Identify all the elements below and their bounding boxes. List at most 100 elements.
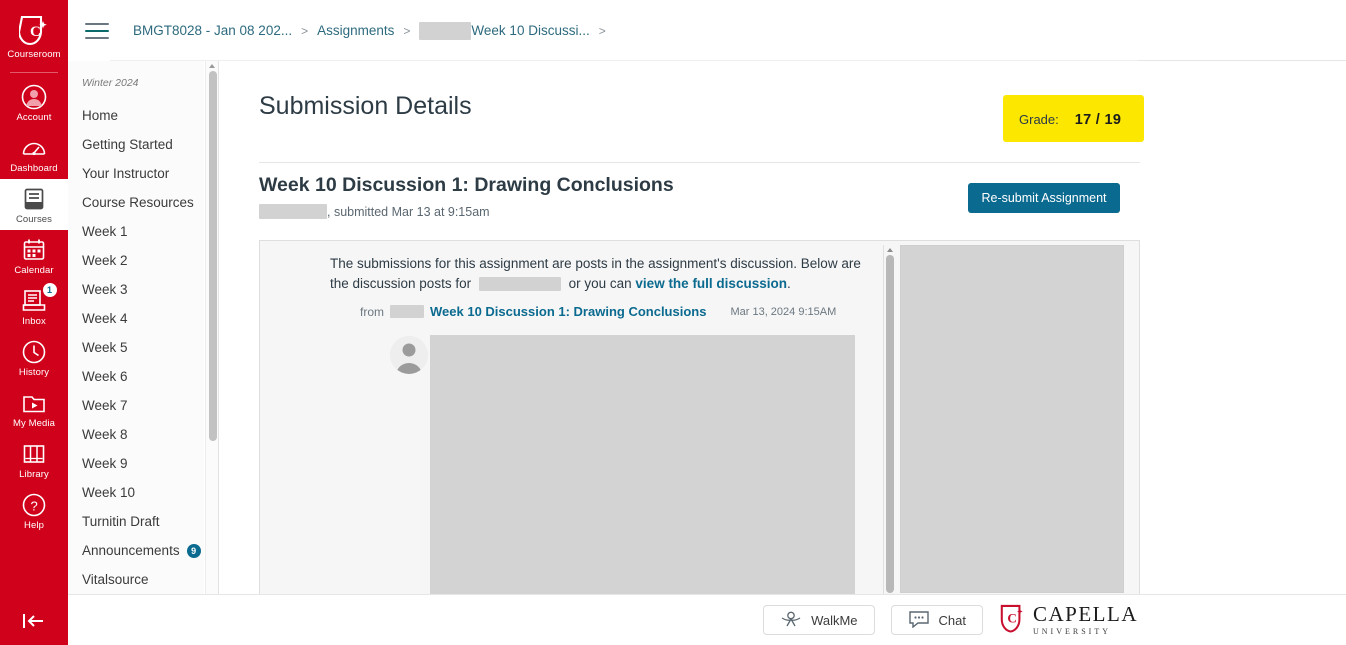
hamburger-menu-icon[interactable] — [82, 16, 112, 46]
rail-item-help[interactable]: ? Help — [0, 485, 68, 536]
grade-display: Grade: 17 / 19 — [1019, 112, 1121, 128]
view-full-discussion-link[interactable]: view the full discussion — [635, 276, 787, 291]
rail-label-inbox: Inbox — [22, 316, 46, 327]
rail-item-calendar[interactable]: Calendar — [0, 230, 68, 281]
discussion-post-date: Mar 13, 2024 9:15AM — [730, 305, 837, 318]
breadcrumb-separator: > — [403, 23, 411, 38]
calendar-icon — [21, 236, 48, 263]
footer-bar: WalkMe Chat C CAPELLA UNIVERSITY — [68, 594, 1346, 645]
rail-label-calendar: Calendar — [14, 265, 54, 276]
capella-university-logo: C CAPELLA UNIVERSITY — [999, 603, 1138, 638]
main-content: Submission Details Grade: 17 / 19 Week 1… — [219, 61, 1346, 595]
section-divider — [259, 162, 1140, 163]
submission-preview-panel: The submissions for this assignment are … — [259, 240, 1140, 595]
page-title: Submission Details — [259, 92, 472, 120]
svg-text:C: C — [30, 24, 41, 40]
course-nav-label: Week 1 — [82, 224, 128, 239]
dashboard-gauge-icon — [21, 134, 48, 161]
course-nav-label: Vitalsource — [82, 572, 149, 587]
course-nav-item-home[interactable]: Home — [82, 101, 204, 130]
course-nav-label: Announcements — [82, 543, 180, 558]
courses-book-icon — [21, 185, 48, 212]
rail-label-courses: Courses — [15, 214, 53, 225]
course-nav-item-turnitin-draft[interactable]: Turnitin Draft — [82, 507, 204, 536]
walkme-button[interactable]: WalkMe — [763, 605, 875, 635]
announcements-badge: 9 — [186, 543, 201, 558]
account-avatar-icon — [21, 83, 48, 110]
courseroom-logo[interactable]: C Courseroom — [0, 0, 68, 70]
chat-button[interactable]: Chat — [890, 605, 983, 635]
svg-text:?: ? — [31, 498, 38, 513]
course-nav-label: Week 2 — [82, 253, 128, 268]
course-nav-label: Week 5 — [82, 340, 128, 355]
rail-item-inbox[interactable]: 1 Inbox — [0, 281, 68, 332]
course-nav-item-announcements[interactable]: Announcements 9 — [82, 536, 204, 565]
panel-inner-scrollbar[interactable] — [883, 245, 895, 595]
rail-label-dashboard: Dashboard — [10, 163, 58, 174]
walkme-label: WalkMe — [811, 612, 858, 628]
chat-bubble-icon — [908, 610, 930, 631]
course-nav-item-vitalsource[interactable]: Vitalsource — [82, 565, 204, 594]
scroll-up-arrow-icon[interactable] — [886, 248, 893, 252]
course-nav-item-week-10[interactable]: Week 10 — [82, 478, 204, 507]
course-nav-item-week-6[interactable]: Week 6 — [82, 362, 204, 391]
resubmit-assignment-button[interactable]: Re-submit Assignment — [968, 183, 1120, 213]
history-clock-icon — [21, 338, 48, 365]
scrollbar-thumb[interactable] — [208, 71, 217, 441]
scrollbar-thumb[interactable] — [886, 255, 894, 593]
course-nav-scrollbar[interactable] — [205, 61, 218, 594]
course-nav-item-week-3[interactable]: Week 3 — [82, 275, 204, 304]
course-nav-item-week-7[interactable]: Week 7 — [82, 391, 204, 420]
side-panel-redacted-block — [900, 245, 1124, 593]
discussion-post-title[interactable]: Week 10 Discussion 1: Drawing Conclusion… — [430, 304, 706, 319]
inbox-tray-icon: 1 — [21, 283, 57, 314]
rail-item-account[interactable]: Account — [0, 77, 68, 128]
course-nav-label: Week 4 — [82, 311, 128, 326]
rail-item-courses[interactable]: Courses — [0, 179, 68, 230]
course-nav-item-your-instructor[interactable]: Your Instructor — [82, 159, 204, 188]
inbox-badge: 1 — [42, 283, 57, 297]
course-nav-label: Week 9 — [82, 456, 128, 471]
library-books-icon — [21, 440, 48, 467]
rail-label-account: Account — [16, 112, 52, 123]
rail-item-history[interactable]: History — [0, 332, 68, 383]
course-nav-item-week-1[interactable]: Week 1 — [82, 217, 204, 246]
intro-part-2: or you can — [568, 276, 632, 291]
breadcrumb-item-assignments[interactable]: Assignments — [317, 23, 394, 38]
course-nav-item-week-8[interactable]: Week 8 — [82, 420, 204, 449]
course-nav-item-getting-started[interactable]: Getting Started — [82, 130, 204, 159]
grade-label: Grade: — [1019, 112, 1059, 127]
rail-label-my-media: My Media — [13, 418, 55, 429]
course-nav-item-week-4[interactable]: Week 4 — [82, 304, 204, 333]
course-nav-item-week-2[interactable]: Week 2 — [82, 246, 204, 275]
submission-meta: , submitted Mar 13 at 9:15am — [259, 204, 490, 219]
capella-wordmark: CAPELLA UNIVERSITY — [1033, 604, 1138, 636]
capella-shield-icon: C — [17, 14, 49, 46]
post-body-redacted-block — [430, 335, 855, 594]
collapse-left-arrow-icon[interactable] — [0, 611, 68, 631]
assignment-title: Week 10 Discussion 1: Drawing Conclusion… — [259, 174, 674, 196]
breadcrumb-item-discussion[interactable]: Week 10 Discussi... — [471, 23, 589, 38]
course-nav-label: Turnitin Draft — [82, 514, 160, 529]
rail-label-history: History — [18, 367, 50, 378]
breadcrumb-item-course[interactable]: BMGT8028 - Jan 08 202... — [133, 23, 292, 38]
rail-item-my-media[interactable]: My Media — [0, 383, 68, 434]
breadcrumb: BMGT8028 - Jan 08 202... > Assignments >… — [133, 21, 615, 40]
breadcrumb-redacted-block — [419, 21, 472, 40]
submission-intro-text: The submissions for this assignment are … — [330, 254, 870, 294]
global-navigation-rail: C Courseroom Account Dashboard Courses C… — [0, 0, 68, 645]
help-question-icon: ? — [21, 491, 48, 518]
rail-label-library: Library — [19, 469, 49, 480]
course-nav-item-course-resources[interactable]: Course Resources — [82, 188, 204, 217]
capella-subtitle: UNIVERSITY — [1033, 627, 1111, 636]
student-name-redacted-block — [259, 204, 327, 219]
grade-value: 17 / 19 — [1074, 112, 1122, 128]
course-nav-label: Week 3 — [82, 282, 128, 297]
my-media-play-icon — [21, 389, 48, 416]
rail-item-library[interactable]: Library — [0, 434, 68, 485]
course-nav-item-week-5[interactable]: Week 5 — [82, 333, 204, 362]
rail-item-dashboard[interactable]: Dashboard — [0, 128, 68, 179]
scroll-up-arrow-icon[interactable] — [209, 64, 215, 68]
course-nav-item-week-9[interactable]: Week 9 — [82, 449, 204, 478]
courseroom-logo-label: Courseroom — [7, 49, 61, 60]
